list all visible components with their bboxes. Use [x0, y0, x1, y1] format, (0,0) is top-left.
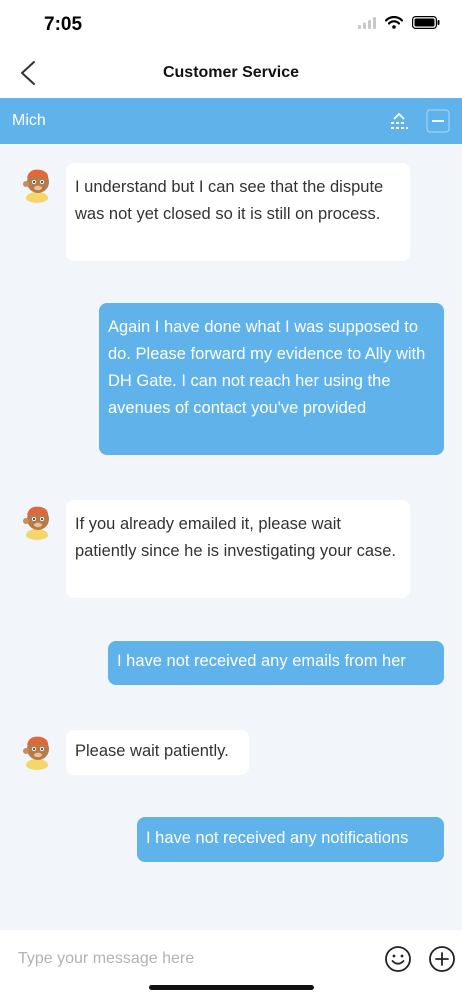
collapse-button[interactable]	[387, 109, 411, 133]
signal-icon	[358, 16, 376, 29]
agent-name: Mich	[12, 112, 46, 129]
message-input[interactable]	[8, 942, 388, 976]
agent-avatar	[17, 730, 57, 770]
home-indicator	[149, 985, 314, 990]
message-bubble-user: I have not received any emails from her	[108, 641, 444, 685]
chat-area[interactable]: I understand but I can see that the disp…	[0, 144, 462, 930]
minimize-button[interactable]	[426, 109, 450, 133]
add-button[interactable]	[428, 945, 456, 973]
page-title: Customer Service	[162, 64, 300, 81]
agent-avatar	[17, 500, 57, 540]
collapse-icon	[391, 112, 408, 129]
plus-circle-icon	[429, 946, 455, 972]
status-icons	[358, 16, 440, 29]
emoji-button[interactable]	[384, 945, 412, 973]
message-bubble-user: I have not received any notifications	[137, 817, 444, 862]
smiley-icon	[385, 946, 411, 972]
message-bubble-agent: I understand but I can see that the disp…	[66, 163, 410, 261]
status-time: 7:05	[44, 14, 83, 35]
agent-avatar	[17, 163, 57, 203]
agent-bar: Mich	[0, 98, 462, 144]
nav-bar: Customer Service	[0, 48, 462, 98]
wifi-icon	[385, 16, 403, 29]
message-bubble-agent: If you already emailed it, please wait p…	[66, 500, 410, 598]
minimize-icon	[426, 109, 450, 133]
message-bubble-user: Again I have done what I was supposed to…	[99, 303, 444, 455]
status-bar: 7:05	[0, 0, 462, 48]
message-bubble-agent: Please wait patiently.	[66, 730, 249, 775]
battery-icon	[412, 16, 440, 29]
